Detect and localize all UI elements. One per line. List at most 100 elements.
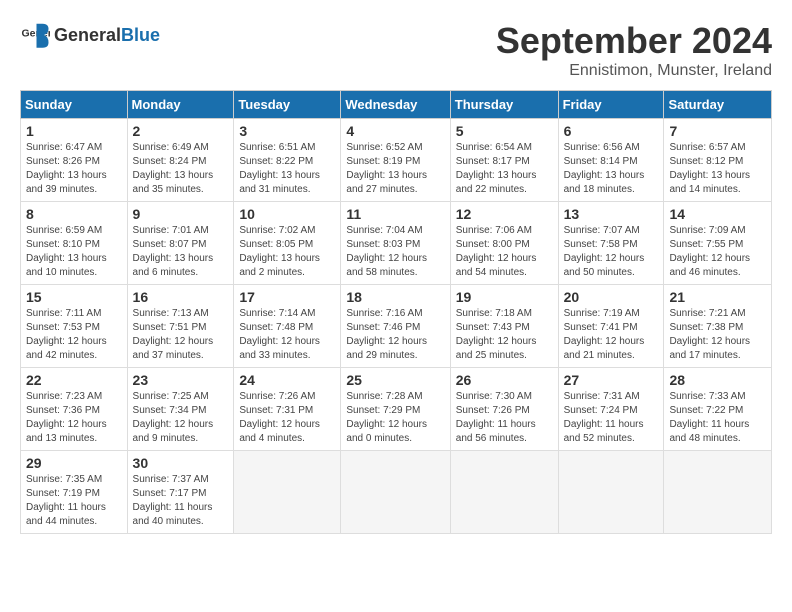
calendar-cell: 13 Sunrise: 7:07 AMSunset: 7:58 PMDaylig… (558, 202, 664, 285)
logo-general-text: General (54, 25, 121, 46)
cell-info: Sunrise: 7:16 AMSunset: 7:46 PMDaylight:… (346, 308, 427, 361)
calendar-cell: 27 Sunrise: 7:31 AMSunset: 7:24 PMDaylig… (558, 368, 664, 451)
day-number: 2 (133, 123, 229, 139)
calendar-cell: 8 Sunrise: 6:59 AMSunset: 8:10 PMDayligh… (21, 202, 128, 285)
day-number: 22 (26, 372, 122, 388)
day-number: 5 (456, 123, 553, 139)
calendar-cell: 12 Sunrise: 7:06 AMSunset: 8:00 PMDaylig… (450, 202, 558, 285)
day-number: 9 (133, 206, 229, 222)
day-number: 15 (26, 289, 122, 305)
day-number: 14 (669, 206, 766, 222)
cell-info: Sunrise: 6:54 AMSunset: 8:17 PMDaylight:… (456, 142, 537, 195)
day-number: 27 (564, 372, 659, 388)
month-title: September 2024 (496, 20, 772, 62)
calendar-cell: 4 Sunrise: 6:52 AMSunset: 8:19 PMDayligh… (341, 119, 450, 202)
cell-info: Sunrise: 7:23 AMSunset: 7:36 PMDaylight:… (26, 391, 107, 444)
calendar-cell: 10 Sunrise: 7:02 AMSunset: 8:05 PMDaylig… (234, 202, 341, 285)
cell-info: Sunrise: 7:19 AMSunset: 7:41 PMDaylight:… (564, 308, 645, 361)
calendar-cell: 21 Sunrise: 7:21 AMSunset: 7:38 PMDaylig… (664, 285, 772, 368)
logo-blue-text: Blue (121, 25, 160, 46)
day-number: 12 (456, 206, 553, 222)
calendar-cell: 2 Sunrise: 6:49 AMSunset: 8:24 PMDayligh… (127, 119, 234, 202)
cell-info: Sunrise: 6:51 AMSunset: 8:22 PMDaylight:… (239, 142, 320, 195)
cell-info: Sunrise: 7:01 AMSunset: 8:07 PMDaylight:… (133, 225, 214, 278)
page-header: General General Blue September 2024 Enni… (20, 20, 772, 80)
calendar-cell: 30 Sunrise: 7:37 AMSunset: 7:17 PMDaylig… (127, 451, 234, 534)
day-number: 1 (26, 123, 122, 139)
cell-info: Sunrise: 6:57 AMSunset: 8:12 PMDaylight:… (669, 142, 750, 195)
calendar-cell: 7 Sunrise: 6:57 AMSunset: 8:12 PMDayligh… (664, 119, 772, 202)
logo: General General Blue (20, 20, 160, 50)
calendar-cell: 24 Sunrise: 7:26 AMSunset: 7:31 PMDaylig… (234, 368, 341, 451)
header-friday: Friday (558, 91, 664, 119)
calendar-cell: 1 Sunrise: 6:47 AMSunset: 8:26 PMDayligh… (21, 119, 128, 202)
day-number: 28 (669, 372, 766, 388)
calendar-week-2: 8 Sunrise: 6:59 AMSunset: 8:10 PMDayligh… (21, 202, 772, 285)
day-number: 3 (239, 123, 335, 139)
cell-info: Sunrise: 7:13 AMSunset: 7:51 PMDaylight:… (133, 308, 214, 361)
day-number: 19 (456, 289, 553, 305)
calendar-cell: 25 Sunrise: 7:28 AMSunset: 7:29 PMDaylig… (341, 368, 450, 451)
calendar-cell (234, 451, 341, 534)
day-number: 23 (133, 372, 229, 388)
calendar-cell (558, 451, 664, 534)
calendar-cell: 26 Sunrise: 7:30 AMSunset: 7:26 PMDaylig… (450, 368, 558, 451)
header-saturday: Saturday (664, 91, 772, 119)
cell-info: Sunrise: 7:31 AMSunset: 7:24 PMDaylight:… (564, 391, 644, 444)
day-number: 20 (564, 289, 659, 305)
calendar-cell: 19 Sunrise: 7:18 AMSunset: 7:43 PMDaylig… (450, 285, 558, 368)
cell-info: Sunrise: 6:47 AMSunset: 8:26 PMDaylight:… (26, 142, 107, 195)
logo-icon: General (20, 20, 50, 50)
cell-info: Sunrise: 7:04 AMSunset: 8:03 PMDaylight:… (346, 225, 427, 278)
calendar-cell (450, 451, 558, 534)
cell-info: Sunrise: 7:26 AMSunset: 7:31 PMDaylight:… (239, 391, 320, 444)
day-number: 29 (26, 455, 122, 471)
cell-info: Sunrise: 7:18 AMSunset: 7:43 PMDaylight:… (456, 308, 537, 361)
day-number: 17 (239, 289, 335, 305)
cell-info: Sunrise: 7:02 AMSunset: 8:05 PMDaylight:… (239, 225, 320, 278)
header-sunday: Sunday (21, 91, 128, 119)
calendar-cell: 6 Sunrise: 6:56 AMSunset: 8:14 PMDayligh… (558, 119, 664, 202)
calendar-cell: 16 Sunrise: 7:13 AMSunset: 7:51 PMDaylig… (127, 285, 234, 368)
calendar-cell: 28 Sunrise: 7:33 AMSunset: 7:22 PMDaylig… (664, 368, 772, 451)
cell-info: Sunrise: 7:30 AMSunset: 7:26 PMDaylight:… (456, 391, 536, 444)
calendar-week-1: 1 Sunrise: 6:47 AMSunset: 8:26 PMDayligh… (21, 119, 772, 202)
cell-info: Sunrise: 7:14 AMSunset: 7:48 PMDaylight:… (239, 308, 320, 361)
calendar-cell: 11 Sunrise: 7:04 AMSunset: 8:03 PMDaylig… (341, 202, 450, 285)
cell-info: Sunrise: 7:07 AMSunset: 7:58 PMDaylight:… (564, 225, 645, 278)
calendar-cell: 14 Sunrise: 7:09 AMSunset: 7:55 PMDaylig… (664, 202, 772, 285)
calendar-cell: 23 Sunrise: 7:25 AMSunset: 7:34 PMDaylig… (127, 368, 234, 451)
day-number: 18 (346, 289, 444, 305)
cell-info: Sunrise: 7:11 AMSunset: 7:53 PMDaylight:… (26, 308, 107, 361)
cell-info: Sunrise: 7:35 AMSunset: 7:19 PMDaylight:… (26, 474, 106, 527)
calendar-cell: 22 Sunrise: 7:23 AMSunset: 7:36 PMDaylig… (21, 368, 128, 451)
header-tuesday: Tuesday (234, 91, 341, 119)
day-number: 4 (346, 123, 444, 139)
day-number: 11 (346, 206, 444, 222)
day-number: 7 (669, 123, 766, 139)
calendar-cell: 5 Sunrise: 6:54 AMSunset: 8:17 PMDayligh… (450, 119, 558, 202)
cell-info: Sunrise: 7:21 AMSunset: 7:38 PMDaylight:… (669, 308, 750, 361)
calendar-cell (664, 451, 772, 534)
calendar-cell: 17 Sunrise: 7:14 AMSunset: 7:48 PMDaylig… (234, 285, 341, 368)
calendar-header-row: Sunday Monday Tuesday Wednesday Thursday… (21, 91, 772, 119)
header-monday: Monday (127, 91, 234, 119)
cell-info: Sunrise: 7:37 AMSunset: 7:17 PMDaylight:… (133, 474, 213, 527)
calendar-week-5: 29 Sunrise: 7:35 AMSunset: 7:19 PMDaylig… (21, 451, 772, 534)
header-thursday: Thursday (450, 91, 558, 119)
cell-info: Sunrise: 6:59 AMSunset: 8:10 PMDaylight:… (26, 225, 107, 278)
day-number: 24 (239, 372, 335, 388)
calendar-cell: 20 Sunrise: 7:19 AMSunset: 7:41 PMDaylig… (558, 285, 664, 368)
calendar-cell: 18 Sunrise: 7:16 AMSunset: 7:46 PMDaylig… (341, 285, 450, 368)
day-number: 21 (669, 289, 766, 305)
day-number: 26 (456, 372, 553, 388)
day-number: 8 (26, 206, 122, 222)
day-number: 25 (346, 372, 444, 388)
cell-info: Sunrise: 6:49 AMSunset: 8:24 PMDaylight:… (133, 142, 214, 195)
calendar-cell (341, 451, 450, 534)
day-number: 10 (239, 206, 335, 222)
calendar-cell: 15 Sunrise: 7:11 AMSunset: 7:53 PMDaylig… (21, 285, 128, 368)
calendar-cell: 3 Sunrise: 6:51 AMSunset: 8:22 PMDayligh… (234, 119, 341, 202)
cell-info: Sunrise: 7:33 AMSunset: 7:22 PMDaylight:… (669, 391, 749, 444)
calendar-week-3: 15 Sunrise: 7:11 AMSunset: 7:53 PMDaylig… (21, 285, 772, 368)
